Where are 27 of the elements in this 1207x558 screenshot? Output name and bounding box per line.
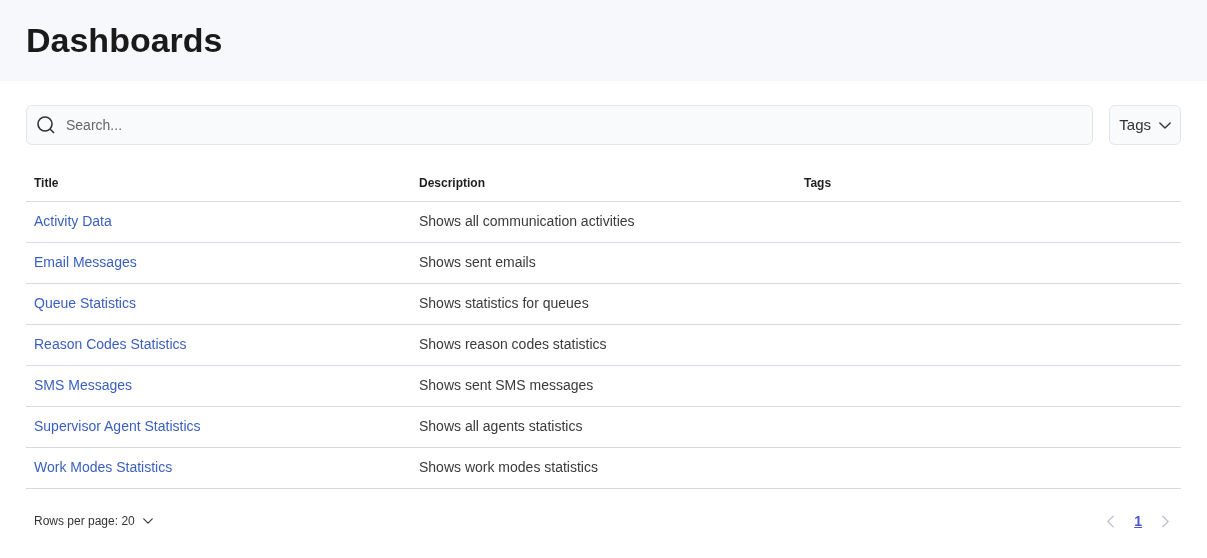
column-header: Tags [796, 165, 1181, 201]
dashboard-link[interactable]: Work Modes Statistics [34, 459, 173, 475]
chevron-down-icon [142, 518, 153, 524]
chevron-right-icon [1162, 514, 1169, 528]
column-header: Description [411, 165, 796, 201]
search-icon [37, 116, 55, 134]
rows-per-page-dropdown[interactable]: Rows per page: 20 [26, 512, 161, 530]
table-cell: Shows reason codes statistics [411, 324, 796, 365]
table-cell: Shows work modes statistics [411, 447, 796, 488]
dashboard-link[interactable]: Activity Data [34, 213, 112, 229]
page-title: Dashboards [26, 20, 223, 61]
chevron-down-icon [1159, 121, 1171, 129]
dashboard-link[interactable]: SMS Messages [34, 377, 133, 393]
dashboard-link[interactable]: Queue Statistics [34, 295, 136, 311]
table-cell: Shows all agents statistics [411, 406, 796, 447]
table-cell: Shows statistics for queues [411, 283, 796, 324]
page-button[interactable]: 1 [1134, 510, 1142, 532]
dashboard-link[interactable]: Email Messages [34, 254, 137, 270]
table-cell: Shows all communication activities [411, 201, 796, 242]
dashboard-link[interactable]: Supervisor Agent Statistics [34, 418, 201, 434]
dashboard-link[interactable]: Reason Codes Statistics [34, 336, 187, 352]
column-header: Title [26, 165, 411, 201]
search-field[interactable]: Search... [26, 105, 1094, 145]
table-cell: Shows sent emails [411, 242, 796, 283]
tags-dropdown[interactable]: Tags [1109, 105, 1181, 145]
chevron-left-icon [1107, 514, 1115, 528]
table-cell: Shows sent SMS messages [411, 365, 796, 406]
